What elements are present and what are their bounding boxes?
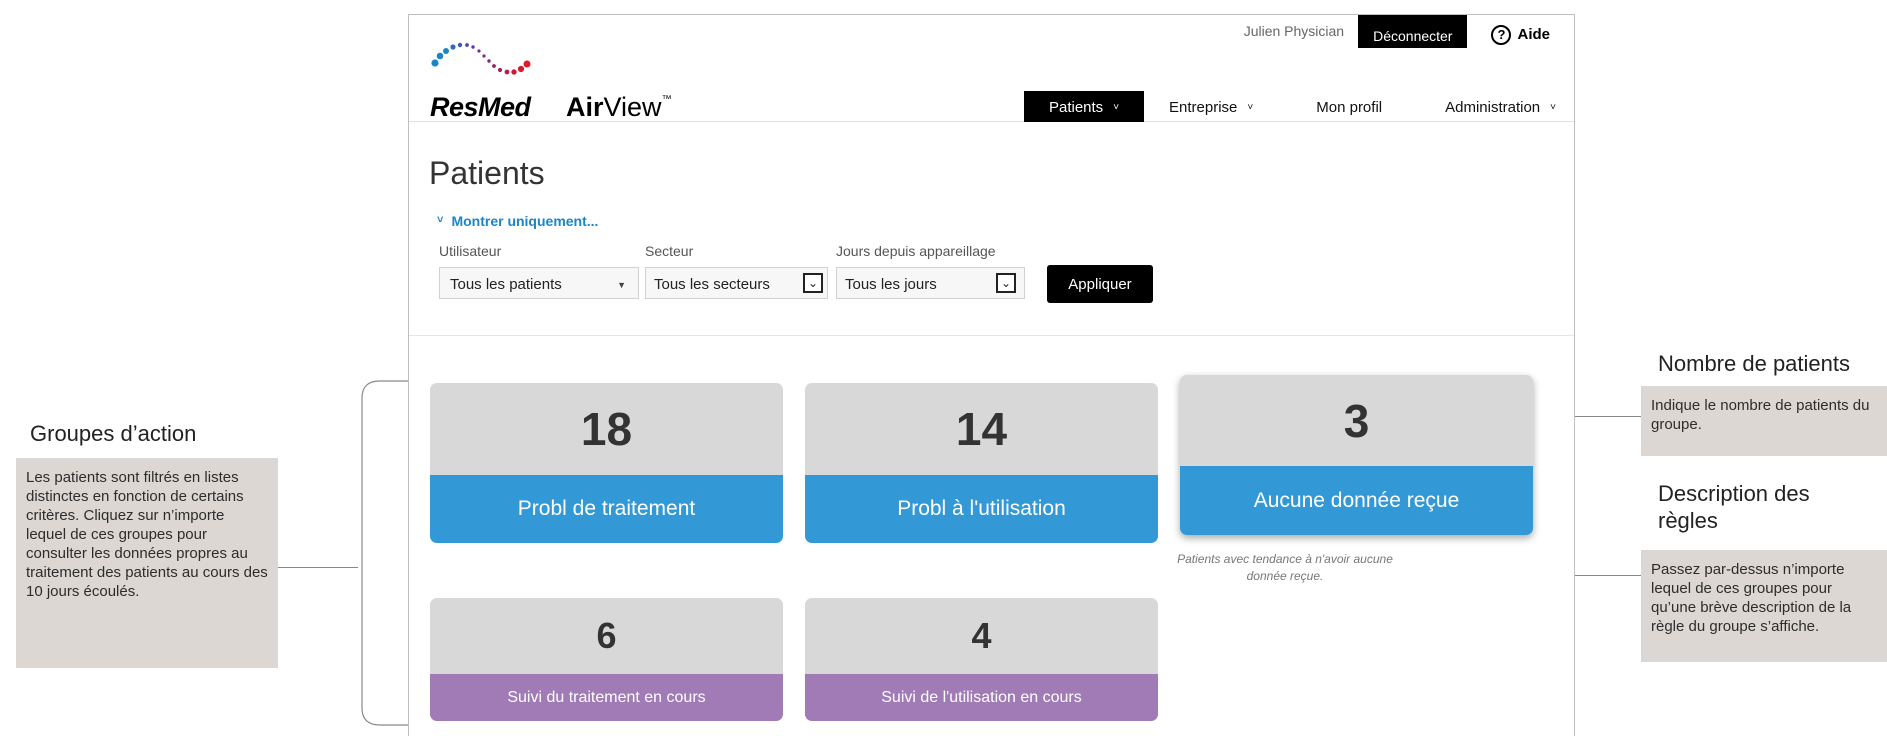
- annotation-groups-connector: [278, 567, 358, 568]
- group-rule-description: Patients avec tendance à n'avoir aucune …: [1177, 552, 1393, 583]
- dropdown-arrow-icon: ⌄: [996, 273, 1016, 293]
- resmed-airview-logo[interactable]: ResMed AirView™: [429, 27, 679, 122]
- group-label: Probl de traitement: [430, 475, 783, 543]
- group-card-treatment-problems[interactable]: 18 Probl de traitement: [430, 383, 783, 543]
- chevron-down-icon: ˅: [437, 214, 444, 226]
- section-divider: [409, 335, 1574, 336]
- annotation-groups-text: Les patients sont filtrés en listes dist…: [16, 458, 278, 668]
- resmed-wordmark: ResMed: [430, 92, 531, 122]
- logout-button[interactable]: Déconnecter: [1358, 15, 1468, 48]
- app-header: ResMed AirView™ Julien Physician Déconne…: [409, 15, 1574, 122]
- filter-label-days: Jours depuis appareillage: [836, 243, 996, 259]
- help-link[interactable]: ? Aide: [1467, 15, 1574, 48]
- group-card-usage-problems[interactable]: 14 Probl à l'utilisation: [805, 383, 1158, 543]
- user-select[interactable]: Tous les patients ▼: [439, 267, 639, 299]
- airview-app-window: ResMed AirView™ Julien Physician Déconne…: [408, 14, 1575, 736]
- days-select[interactable]: Tous les jours ⌄: [836, 267, 1025, 299]
- airview-wordmark: AirView™: [566, 92, 672, 122]
- chevron-down-icon: ˅: [1113, 102, 1120, 113]
- main-nav: Patients ˅ Entreprise ˅ Mon profil Admin…: [1023, 91, 1574, 122]
- apply-filters-button[interactable]: Appliquer: [1047, 265, 1153, 303]
- group-count: 14: [955, 403, 1008, 455]
- group-card-treatment-follow-up[interactable]: 6 Suivi du traitement en cours: [430, 598, 783, 721]
- annotation-rules-title: Description des règles: [1658, 481, 1810, 533]
- nav-tab-mon-profil[interactable]: Mon profil: [1278, 91, 1420, 122]
- group-count: 6: [596, 615, 617, 656]
- annotation-count-title: Nombre de patients: [1658, 351, 1850, 376]
- dropdown-arrow-icon: ⌄: [803, 273, 823, 293]
- user-bar: Julien Physician Déconnecter ? Aide: [1244, 15, 1574, 48]
- group-card-no-data-received[interactable]: 3 Aucune donnée reçue: [1180, 375, 1533, 535]
- user-name: Julien Physician: [1243, 23, 1345, 39]
- group-count: 3: [1343, 394, 1370, 447]
- group-count: 18: [580, 403, 633, 455]
- nav-tab-entreprise[interactable]: Entreprise ˅: [1144, 91, 1278, 122]
- filter-label-sector: Secteur: [645, 243, 694, 259]
- filter-toggle-link[interactable]: ˅ Montrer uniquement...: [437, 213, 598, 229]
- sector-select[interactable]: Tous les secteurs ⌄: [645, 267, 828, 299]
- group-label: Suivi de l'utilisation en cours: [805, 674, 1158, 721]
- annotation-rules-text: Passez par-dessus n’importe lequel de ce…: [1641, 550, 1887, 662]
- group-card-usage-follow-up[interactable]: 4 Suivi de l'utilisation en cours: [805, 598, 1158, 721]
- chevron-down-icon: ˅: [1550, 102, 1556, 113]
- resmed-wave-logo-icon: [431, 42, 531, 75]
- dropdown-arrow-icon: ▼: [617, 280, 626, 290]
- help-circle-icon: ?: [1491, 24, 1512, 45]
- group-label: Probl à l'utilisation: [805, 475, 1158, 543]
- help-label: Aide: [1517, 26, 1550, 43]
- filter-label-user: Utilisateur: [439, 243, 502, 259]
- annotation-groups-title: Groupes d’action: [30, 421, 197, 446]
- page-title: Patients: [429, 155, 545, 191]
- nav-tab-administration[interactable]: Administration ˅: [1420, 91, 1574, 122]
- annotation-count-text: Indique le nombre de patients du groupe.: [1641, 386, 1887, 456]
- group-label: Aucune donnée reçue: [1180, 466, 1533, 535]
- chevron-down-icon: ˅: [1247, 102, 1254, 113]
- group-label: Suivi du traitement en cours: [430, 674, 783, 721]
- group-count: 4: [971, 615, 992, 656]
- nav-tab-patients[interactable]: Patients ˅: [1023, 91, 1145, 122]
